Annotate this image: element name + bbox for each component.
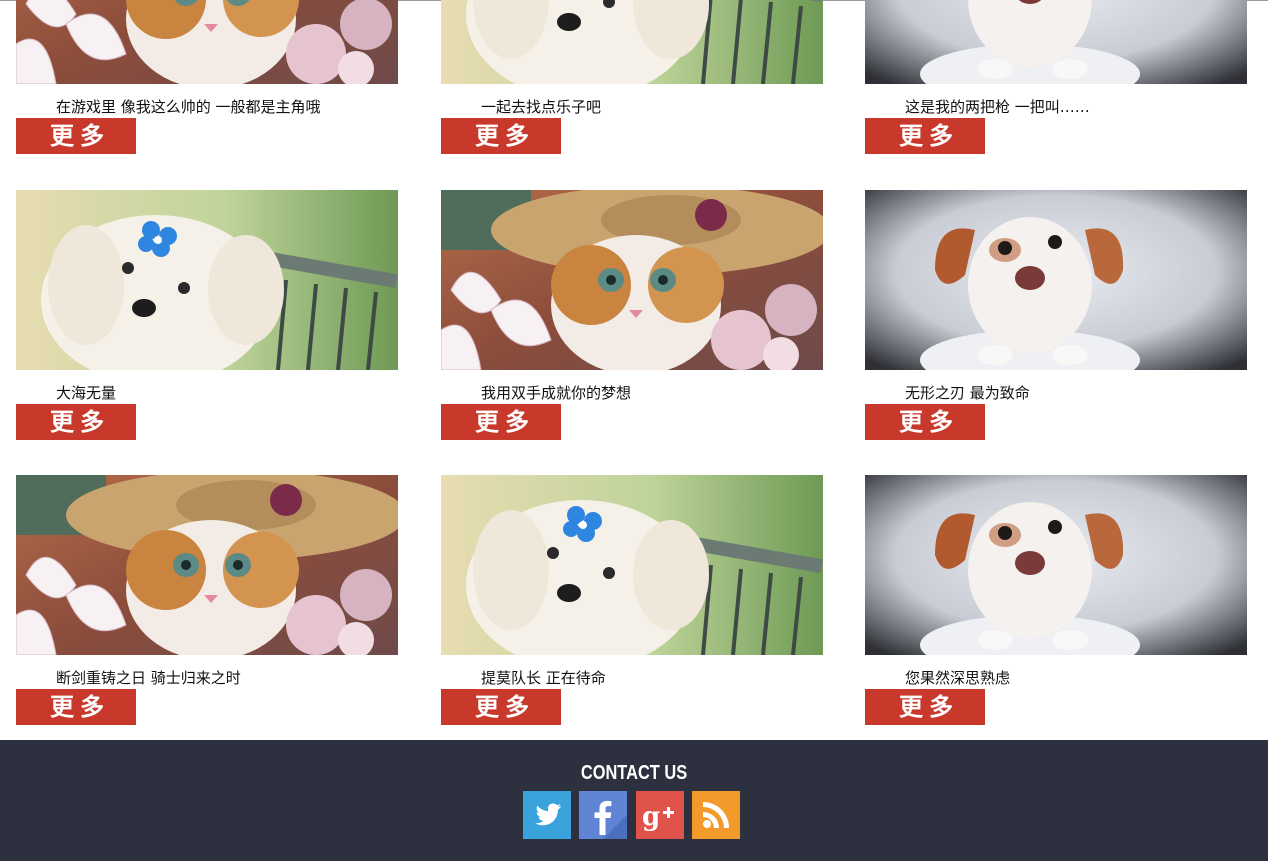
google-plus-icon: g xyxy=(636,791,684,839)
spotted-dog-image[interactable] xyxy=(865,475,1247,655)
more-button[interactable]: 更多 xyxy=(865,118,985,154)
kitten-hat-image[interactable] xyxy=(16,475,398,655)
card-caption: 无形之刃 最为致命 xyxy=(905,384,1030,402)
more-button[interactable]: 更多 xyxy=(16,404,136,440)
spotted-dog-image[interactable] xyxy=(865,190,1247,370)
white-puppy-image[interactable] xyxy=(441,0,823,84)
rss-link[interactable] xyxy=(692,791,740,839)
more-button[interactable]: 更多 xyxy=(441,404,561,440)
more-button[interactable]: 更多 xyxy=(865,404,985,440)
rss-icon xyxy=(692,791,740,839)
facebook-link[interactable] xyxy=(579,791,627,839)
spotted-dog-image[interactable] xyxy=(865,0,1247,84)
white-puppy-image[interactable] xyxy=(441,475,823,655)
card-caption: 这是我的两把枪 一把叫…… xyxy=(905,98,1090,116)
white-puppy-image[interactable] xyxy=(16,190,398,370)
card-caption: 一起去找点乐子吧 xyxy=(481,98,602,116)
facebook-icon xyxy=(579,791,627,839)
more-button[interactable]: 更多 xyxy=(441,118,561,154)
more-button[interactable]: 更多 xyxy=(16,689,136,725)
more-button[interactable]: 更多 xyxy=(441,689,561,725)
more-button[interactable]: 更多 xyxy=(865,689,985,725)
google-plus-link[interactable]: g xyxy=(636,791,684,839)
card-caption: 断剑重铸之日 骑士归来之时 xyxy=(56,669,241,687)
card-caption: 提莫队长 正在待命 xyxy=(481,669,606,687)
contact-us-title: CONTACT US xyxy=(580,762,688,784)
svg-text:g: g xyxy=(642,802,660,832)
more-button[interactable]: 更多 xyxy=(16,118,136,154)
twitter-icon xyxy=(523,791,571,839)
twitter-link[interactable] xyxy=(523,791,571,839)
footer: CONTACT US g xyxy=(0,740,1268,861)
card-caption: 在游戏里 像我这么帅的 一般都是主角哦 xyxy=(56,98,321,116)
kitten-hat-image[interactable] xyxy=(441,190,823,370)
card-caption: 您果然深思熟虑 xyxy=(905,669,1011,687)
card-caption: 大海无量 xyxy=(56,384,117,402)
kitten-hat-image[interactable] xyxy=(16,0,398,84)
card-caption: 我用双手成就你的梦想 xyxy=(481,384,632,402)
